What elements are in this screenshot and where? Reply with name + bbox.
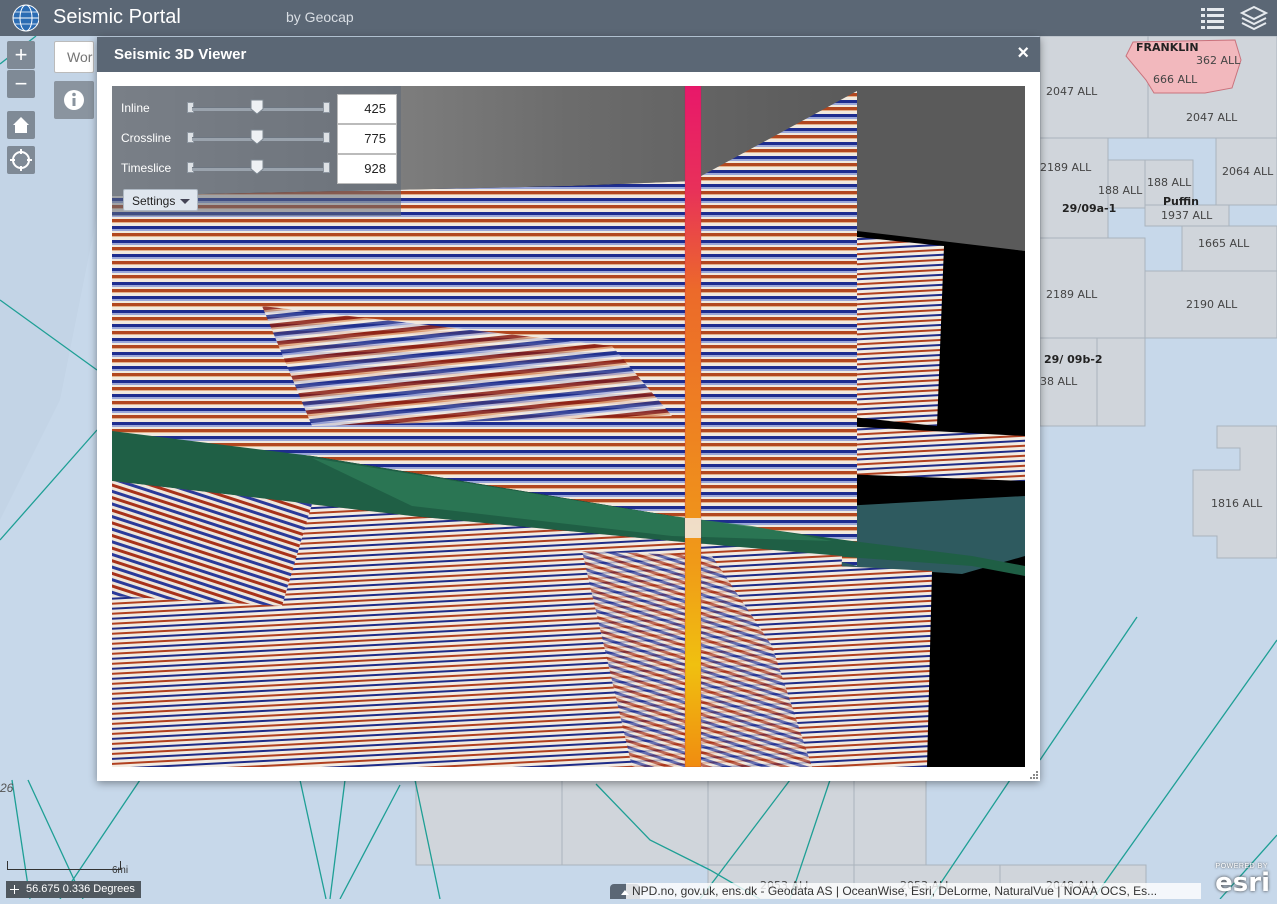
resize-handle-icon[interactable]	[1030, 771, 1038, 779]
inline-value-field[interactable]: 425	[337, 94, 397, 124]
crosshair-icon	[10, 885, 19, 894]
crossline-value-field[interactable]: 775	[337, 124, 397, 154]
close-icon[interactable]: ×	[1017, 42, 1029, 65]
viewer-title: Seismic 3D Viewer	[114, 46, 247, 63]
inline-label: Inline	[121, 101, 150, 115]
home-icon	[13, 117, 29, 133]
settings-label: Settings	[132, 194, 176, 208]
search-input[interactable]	[54, 41, 94, 73]
home-button[interactable]	[7, 111, 35, 139]
viewer-titlebar[interactable]: Seismic 3D Viewer ×	[97, 37, 1040, 72]
globe-logo-icon	[12, 4, 39, 32]
layers-icon[interactable]	[1239, 3, 1269, 33]
slice-control-panel: Inline 425 Crossline 775 Timeslice 928 S…	[112, 86, 401, 216]
coordinates-text: 56.675 0.336 Degrees	[26, 883, 135, 895]
crossline-label: Crossline	[121, 131, 172, 145]
inline-slider-end[interactable]	[323, 102, 330, 113]
app-header: Seismic Portal by Geocap	[0, 0, 1277, 36]
settings-dropdown[interactable]: Settings	[123, 189, 198, 211]
crossline-control: Crossline 775	[112, 124, 401, 154]
info-button[interactable]	[54, 81, 94, 119]
locate-button[interactable]	[7, 146, 35, 174]
esri-wordmark: esri	[1215, 868, 1270, 898]
app-subtitle: by Geocap	[286, 9, 354, 25]
zoom-in-button[interactable]: +	[7, 41, 35, 69]
locate-icon	[10, 149, 32, 171]
timeslice-value-field[interactable]: 928	[337, 154, 397, 184]
zoom-out-button[interactable]: −	[7, 70, 35, 98]
crossline-slider-end[interactable]	[323, 132, 330, 143]
info-icon	[64, 90, 84, 110]
timeslice-label: Timeslice	[121, 161, 172, 175]
scale-bar	[7, 861, 121, 870]
seismic-3d-canvas[interactable]: Inline 425 Crossline 775 Timeslice 928 S…	[112, 86, 1025, 767]
scale-label: 6mi	[112, 865, 129, 876]
esri-logo[interactable]: POWERED BY esri	[1208, 862, 1274, 898]
timeslice-slider-end[interactable]	[323, 162, 330, 173]
seismic-3d-viewer: Seismic 3D Viewer × Inline 425 Crossline…	[97, 37, 1040, 781]
list-icon[interactable]	[1198, 3, 1228, 33]
coordinates-readout[interactable]: 56.675 0.336 Degrees	[6, 881, 141, 898]
timeslice-control: Timeslice 928	[112, 154, 401, 184]
inline-control: Inline 425	[112, 94, 401, 124]
map-attribution: NPD.no, gov.uk, ens.dk - Geodata AS | Oc…	[626, 883, 1201, 899]
chevron-down-icon	[180, 199, 190, 204]
grid-label: 26	[0, 781, 14, 795]
well-bore	[685, 86, 701, 767]
app-title: Seismic Portal	[53, 6, 181, 28]
